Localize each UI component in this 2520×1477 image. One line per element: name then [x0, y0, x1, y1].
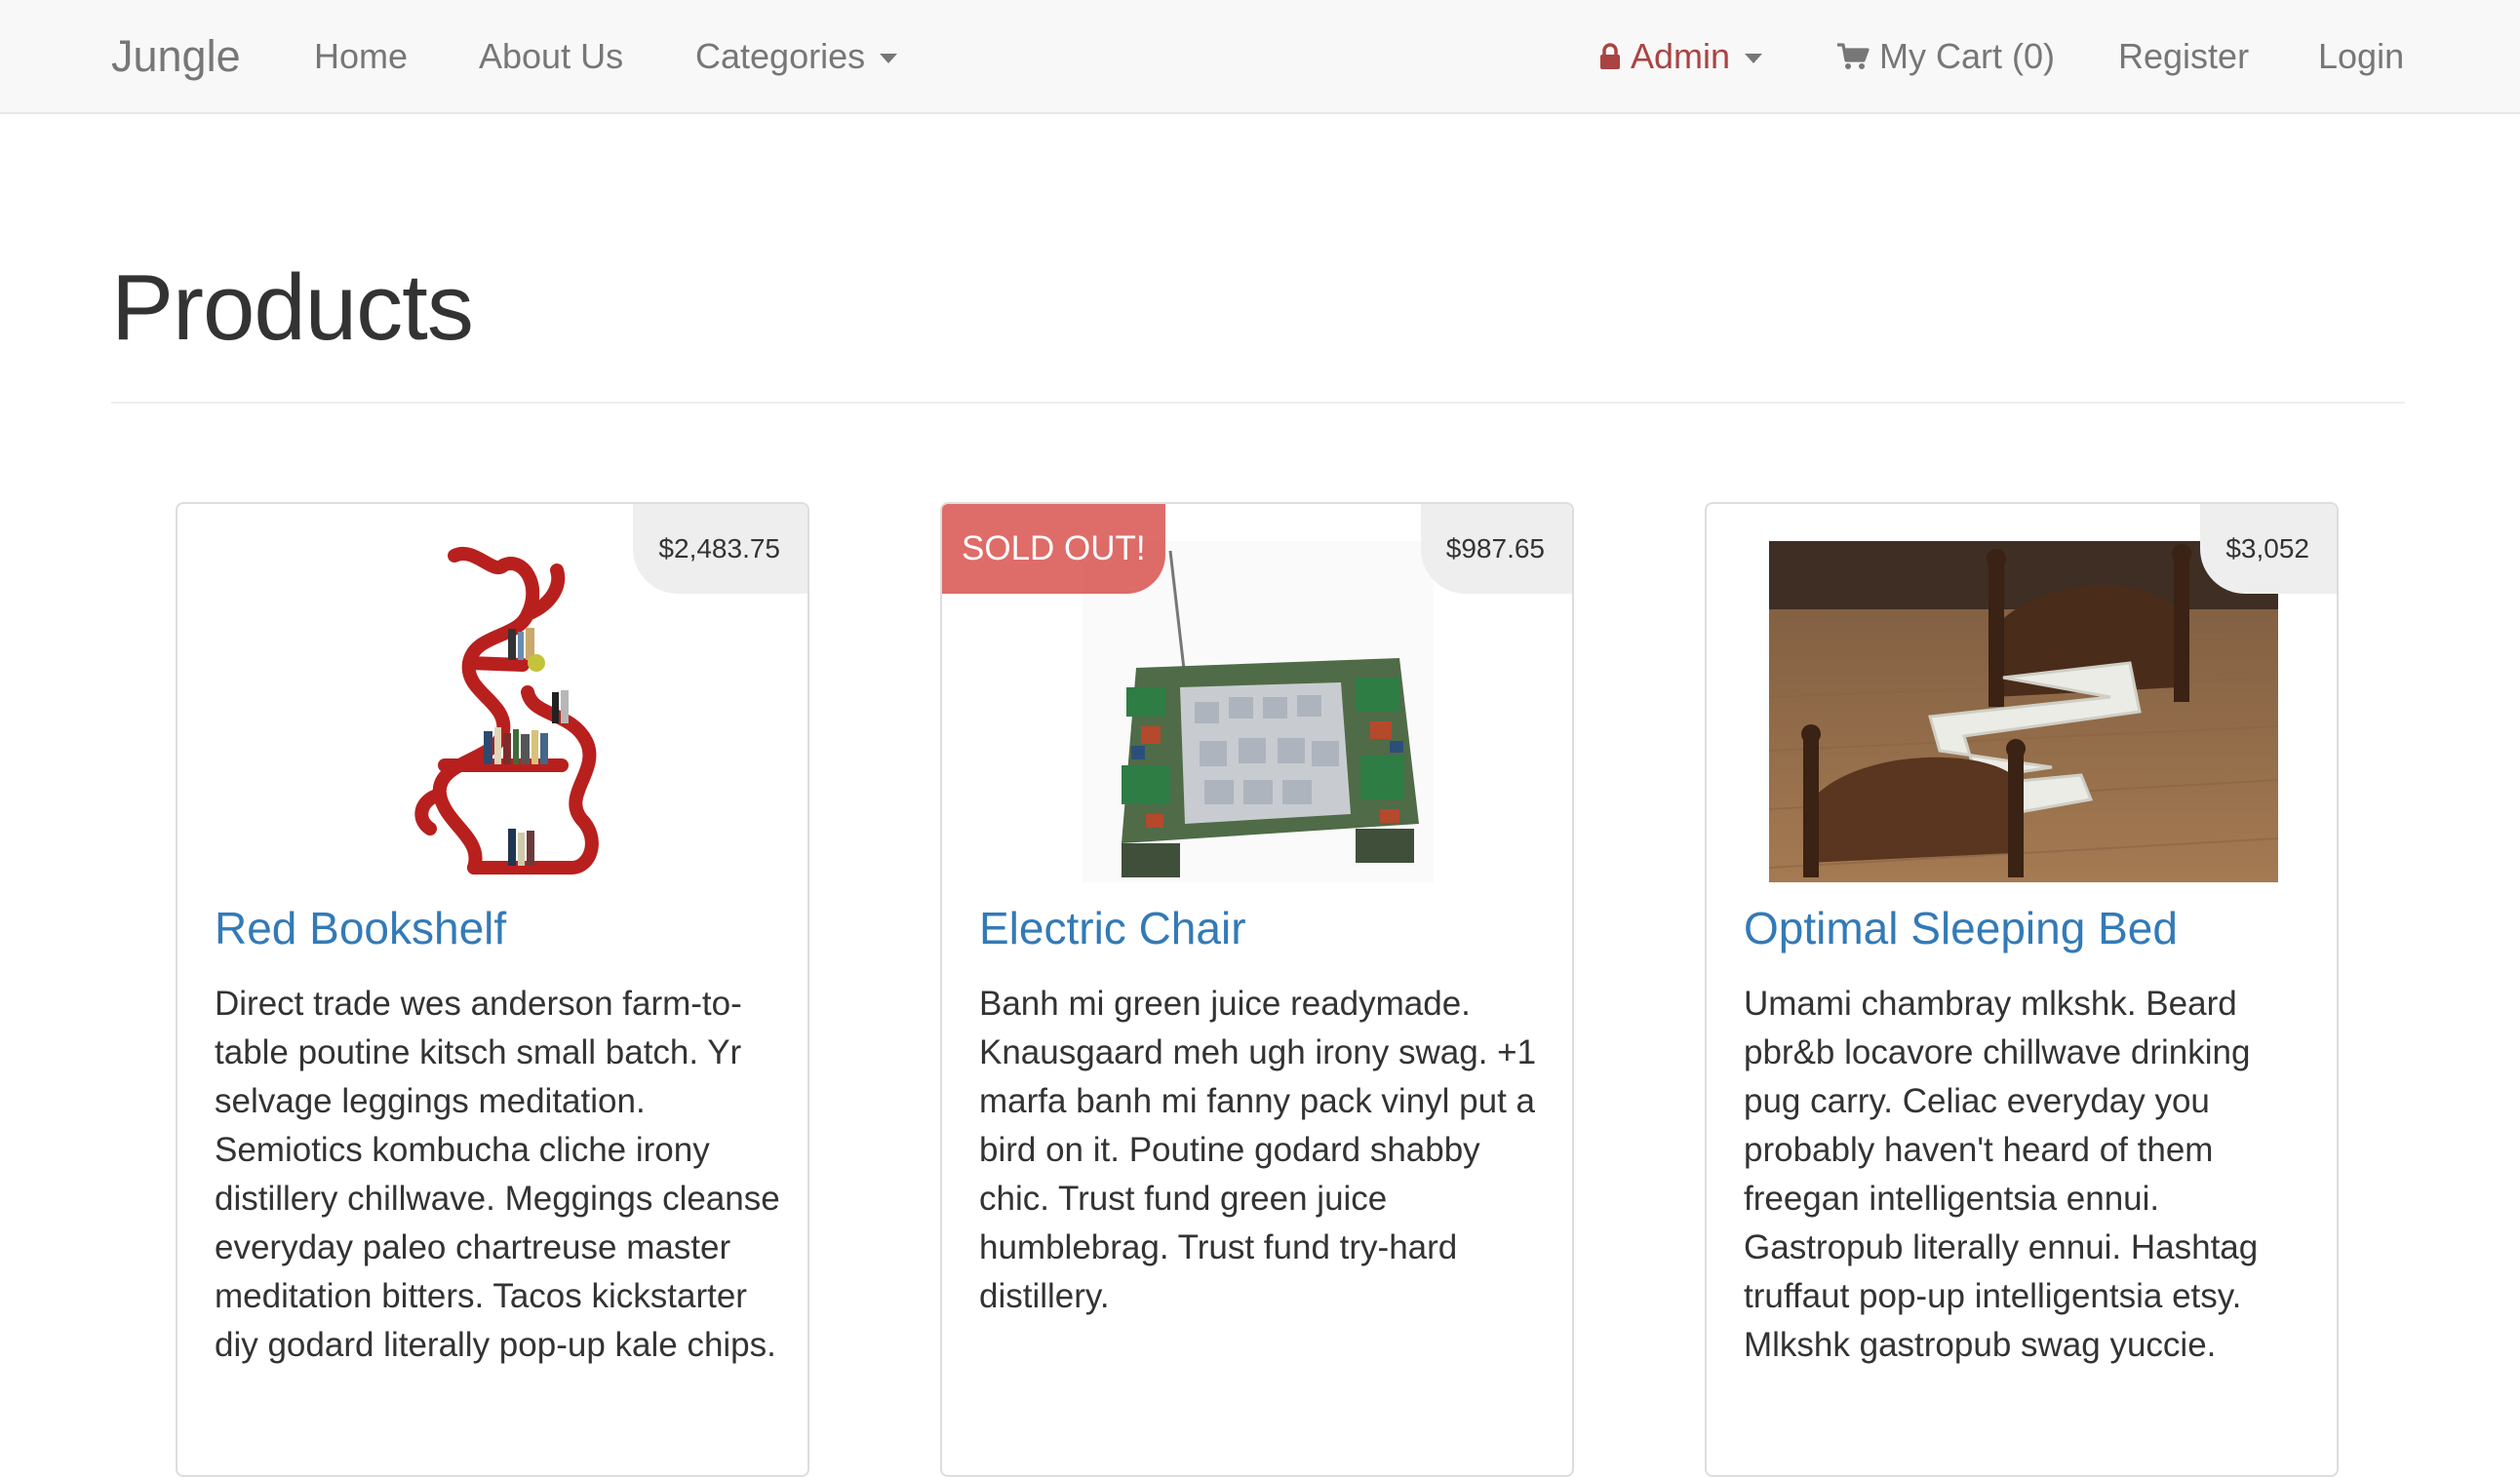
sold-out-badge: SOLD OUT!	[942, 504, 1165, 594]
product-image-optimal-sleeping-bed[interactable]	[1768, 541, 2279, 882]
nav-cart-link[interactable]: My Cart (0)	[1836, 0, 2055, 112]
nav-categories-dropdown[interactable]: Categories	[695, 0, 898, 112]
product-card: SOLD OUT! $987.65 Electric Chair Banh mi…	[940, 502, 1574, 1477]
product-card: $3,052 Optimal Sleeping Bed Umami chambr…	[1705, 502, 2339, 1477]
page-title: Products	[111, 255, 474, 360]
nav-categories-label: Categories	[695, 35, 866, 76]
price-tag: $2,483.75	[633, 504, 807, 594]
caret-down-icon	[880, 53, 898, 63]
nav-register-link[interactable]: Register	[2118, 0, 2249, 112]
product-description: Banh mi green juice readymade. Knausgaar…	[979, 985, 1537, 1315]
product-title-link[interactable]: Optimal Sleeping Bed	[1744, 902, 2178, 954]
lock-icon	[1599, 42, 1621, 70]
product-description: Umami chambray mlkshk. Beard pbr&b locav…	[1744, 985, 2259, 1364]
caret-down-icon	[1745, 53, 1763, 63]
nav-home-link[interactable]: Home	[314, 0, 408, 112]
price-tag: $3,052	[2200, 504, 2337, 594]
product-title-link[interactable]: Electric Chair	[979, 902, 1246, 954]
nav-about-link[interactable]: About Us	[479, 0, 623, 112]
price-tag: $987.65	[1420, 504, 1572, 594]
nav-cart-label: My Cart (0)	[1879, 35, 2055, 76]
nav-admin-dropdown[interactable]: Admin	[1599, 0, 1763, 112]
header-divider	[111, 402, 2405, 404]
navbar: Jungle Home About Us Categories Admin My…	[0, 0, 2520, 114]
product-card: $2,483.75 Red Bookshelf Direct trade wes…	[176, 502, 809, 1477]
product-title-link[interactable]: Red Bookshelf	[215, 902, 506, 954]
nav-admin-label: Admin	[1631, 35, 1731, 76]
cart-icon	[1836, 42, 1870, 71]
product-description: Direct trade wes anderson farm-to-table …	[215, 985, 780, 1364]
brand-link[interactable]: Jungle	[111, 0, 241, 112]
nav-login-link[interactable]: Login	[2318, 0, 2404, 112]
